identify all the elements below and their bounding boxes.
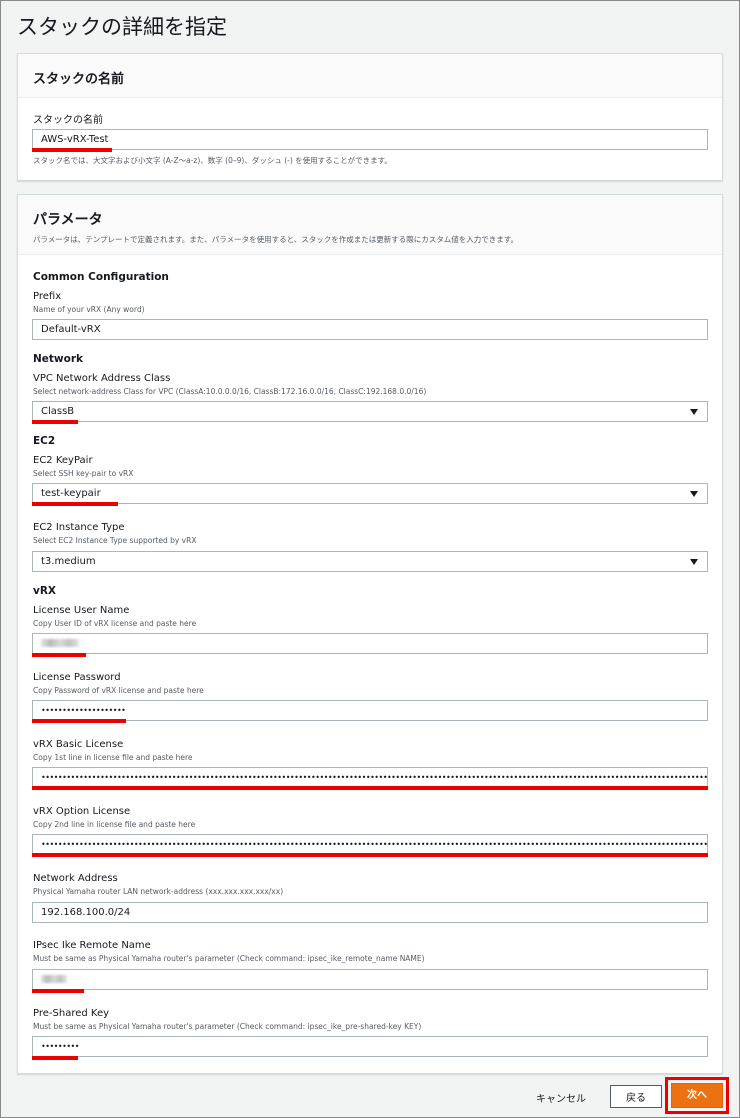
network-address-input[interactable]: 192.168.100.0/24: [32, 902, 708, 923]
keypair-label: EC2 KeyPair: [33, 455, 93, 466]
parameters-description: パラメータは、テンプレートで定義されます。また、パラメータを使用すると、スタック…: [33, 235, 519, 244]
dropdown-arrow-icon: [690, 409, 698, 415]
keypair-select[interactable]: test-keypair: [32, 483, 708, 504]
highlight-underline: [32, 1056, 78, 1060]
prefix-hint: Name of your vRX (Any word): [33, 305, 145, 314]
license-password-value: ••••••••••••••••••••: [41, 706, 126, 715]
license-password-input[interactable]: ••••••••••••••••••••: [32, 700, 708, 721]
keypair-value: test-keypair: [41, 488, 101, 499]
next-button-highlight: 次へ: [665, 1077, 729, 1114]
group-common-configuration: Common Configuration: [33, 271, 169, 283]
psk-hint: Must be same as Physical Yamaha router's…: [33, 1022, 422, 1031]
highlight-underline: [32, 853, 708, 857]
license-user-hint: Copy User ID of vRX license and paste he…: [33, 619, 197, 628]
highlight-underline: [32, 502, 118, 506]
page-title: スタックの詳細を指定: [17, 15, 227, 39]
option-license-hint: Copy 2nd line in license file and paste …: [33, 820, 196, 829]
psk-input[interactable]: •••••••••: [32, 1036, 708, 1057]
parameters-panel-header: パラメータ パラメータは、テンプレートで定義されます。また、パラメータを使用する…: [18, 195, 722, 255]
dropdown-arrow-icon: [690, 559, 698, 565]
ipsec-name-label: IPsec Ike Remote Name: [33, 940, 151, 951]
back-button[interactable]: 戻る: [610, 1085, 662, 1108]
basic-license-hint: Copy 1st line in license file and paste …: [33, 753, 193, 762]
group-vrx: vRX: [33, 585, 57, 597]
vpc-class-hint: Select network-address Class for VPC (Cl…: [33, 387, 427, 396]
network-address-hint: Physical Yamaha router LAN network-addre…: [33, 887, 284, 896]
prefix-label: Prefix: [33, 291, 62, 302]
instance-type-label: EC2 Instance Type: [33, 522, 125, 533]
stack-name-hint: スタック名では、大文字および小文字 (A-Z～a-z)、数字 (0–9)、ダッシ…: [33, 156, 392, 165]
vpc-class-select[interactable]: ClassB: [32, 401, 708, 422]
group-network: Network: [33, 353, 84, 365]
ipsec-name-hint: Must be same as Physical Yamaha router's…: [33, 954, 425, 963]
highlight-underline: [32, 719, 126, 723]
option-license-input[interactable]: ••••••••••••••••••••••••••••••••••••••••…: [32, 834, 708, 855]
instance-type-select[interactable]: t3.medium: [32, 551, 708, 572]
vpc-class-value: ClassB: [41, 406, 75, 417]
dropdown-arrow-icon: [690, 491, 698, 497]
next-button[interactable]: 次へ: [671, 1083, 723, 1108]
stack-name-input[interactable]: AWS-vRX-Test: [32, 129, 708, 150]
prefix-input[interactable]: Default-vRX: [32, 319, 708, 340]
highlight-underline: [32, 420, 78, 424]
instance-type-hint: Select EC2 Instance Type supported by vR…: [33, 536, 197, 545]
option-license-value: ••••••••••••••••••••••••••••••••••••••••…: [41, 840, 708, 849]
highlight-underline: [32, 989, 84, 993]
redacted-value: [41, 639, 79, 647]
highlight-underline: [32, 148, 112, 152]
stack-name-panel-header: スタックの名前: [18, 54, 722, 98]
license-user-input[interactable]: [32, 633, 708, 654]
basic-license-label: vRX Basic License: [33, 739, 124, 750]
keypair-hint: Select SSH key-pair to vRX: [33, 469, 134, 478]
parameters-panel: パラメータ パラメータは、テンプレートで定義されます。また、パラメータを使用する…: [17, 194, 723, 1074]
group-ec2: EC2: [33, 435, 56, 447]
instance-type-value: t3.medium: [41, 556, 96, 567]
highlight-underline: [32, 653, 86, 657]
network-address-label: Network Address: [33, 873, 118, 884]
psk-label: Pre-Shared Key: [33, 1008, 110, 1019]
license-password-label: License Password: [33, 672, 121, 683]
stack-name-heading: スタックの名前: [33, 72, 125, 87]
stack-name-value: AWS-vRX-Test: [41, 134, 109, 145]
parameters-heading: パラメータ: [33, 212, 103, 228]
license-password-hint: Copy Password of vRX license and paste h…: [33, 686, 204, 695]
stack-name-label: スタックの名前: [33, 115, 103, 126]
option-license-label: vRX Option License: [33, 806, 131, 817]
stack-name-panel: スタックの名前 スタックの名前 AWS-vRX-Test スタック名では、大文字…: [17, 53, 723, 181]
network-address-value: 192.168.100.0/24: [41, 907, 131, 918]
basic-license-input[interactable]: ••••••••••••••••••••••••••••••••••••••••…: [32, 767, 708, 788]
redacted-value: [41, 975, 67, 983]
license-user-label: License User Name: [33, 605, 130, 616]
highlight-underline: [32, 786, 708, 790]
vpc-class-label: VPC Network Address Class: [33, 373, 171, 384]
psk-value: •••••••••: [41, 1042, 79, 1051]
basic-license-value: ••••••••••••••••••••••••••••••••••••••••…: [41, 773, 708, 782]
ipsec-name-input[interactable]: [32, 969, 708, 990]
prefix-value: Default-vRX: [41, 324, 101, 335]
cancel-button[interactable]: キャンセル: [527, 1086, 595, 1108]
